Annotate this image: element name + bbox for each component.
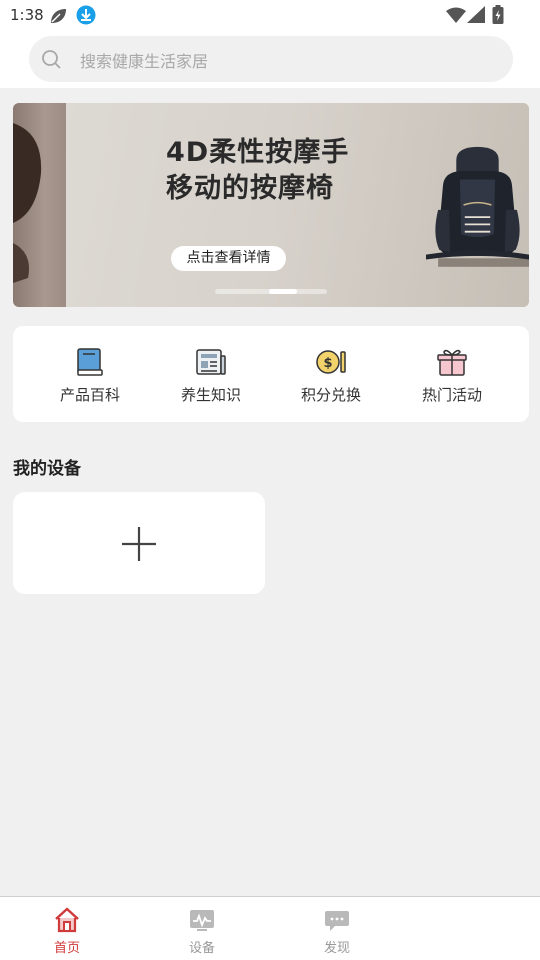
banner-slide: 4D柔性按摩手 移动的按摩椅 点击查看详情 bbox=[66, 103, 529, 307]
leaf-icon bbox=[48, 6, 68, 30]
quick-link-hot-activities[interactable]: 热门活动 bbox=[402, 344, 502, 408]
banner-pagination bbox=[215, 289, 327, 294]
promo-banner[interactable]: 4D柔性按摩手 移动的按摩椅 点击查看详情 bbox=[13, 103, 529, 307]
battery-icon bbox=[492, 5, 504, 29]
nav-label-discover: 发现 bbox=[323, 941, 350, 956]
signal-icon bbox=[467, 6, 485, 27]
nav-item-home[interactable]: 首页 bbox=[27, 897, 107, 960]
wifi-icon bbox=[446, 7, 466, 27]
massage-chair-image bbox=[426, 103, 529, 307]
search-placeholder: 搜索健康生活家居 bbox=[80, 52, 209, 71]
chat-bubble-icon bbox=[324, 907, 350, 933]
nav-label-home: 首页 bbox=[53, 941, 80, 956]
my-devices-title: 我的设备 bbox=[13, 459, 81, 479]
previous-slide-peek bbox=[13, 103, 66, 307]
pagination-active-indicator bbox=[269, 289, 297, 294]
banner-title-line1: 4D柔性按摩手 bbox=[166, 137, 350, 168]
newspaper-icon bbox=[195, 346, 227, 378]
quick-link-product-encyclopedia[interactable]: 产品百科 bbox=[40, 344, 140, 408]
search-input[interactable]: 搜索健康生活家居 bbox=[29, 36, 513, 82]
nav-label-devices: 设备 bbox=[188, 941, 215, 956]
svg-text:$: $ bbox=[323, 356, 332, 371]
quick-link-health-knowledge[interactable]: 养生知识 bbox=[161, 344, 261, 408]
book-icon bbox=[74, 346, 106, 378]
add-device-button[interactable] bbox=[13, 492, 265, 594]
quick-links-card: 产品百科 养生知识 $ 积分兑换 热门活动 bbox=[13, 326, 529, 422]
banner-title-line2: 移动的按摩椅 bbox=[166, 173, 334, 204]
banner-detail-button[interactable]: 点击查看详情 bbox=[171, 246, 286, 271]
quick-link-label: 积分兑换 bbox=[300, 386, 361, 404]
nav-item-discover[interactable]: 发现 bbox=[297, 897, 377, 960]
quick-link-points-exchange[interactable]: $ 积分兑换 bbox=[281, 344, 381, 408]
quick-link-label: 养生知识 bbox=[180, 386, 241, 404]
bottom-navigation: 首页 设备 发现 bbox=[0, 896, 540, 960]
coin-exchange-icon: $ bbox=[315, 346, 347, 378]
status-time: 1:38 bbox=[10, 6, 44, 24]
quick-link-label: 热门活动 bbox=[421, 386, 482, 404]
plus-icon bbox=[121, 526, 157, 566]
gift-icon bbox=[436, 346, 468, 378]
search-icon bbox=[41, 49, 63, 75]
header-area: 1:38 搜索健康生活家居 bbox=[0, 0, 540, 88]
device-monitor-icon bbox=[189, 907, 215, 933]
nav-item-devices[interactable]: 设备 bbox=[162, 897, 242, 960]
home-icon bbox=[54, 907, 80, 933]
status-bar: 1:38 bbox=[0, 0, 540, 32]
quick-link-label: 产品百科 bbox=[59, 386, 120, 404]
download-notification-icon bbox=[76, 5, 96, 29]
